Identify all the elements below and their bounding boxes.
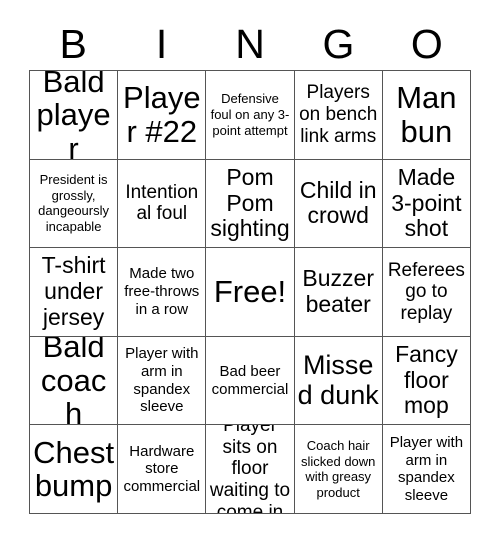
bingo-cell-label: Player #22 [123, 80, 201, 149]
bingo-cell[interactable]: Players on bench link arms [294, 71, 383, 160]
bingo-cell[interactable]: President is grossly, dangeoursly incapa… [30, 159, 119, 249]
bingo-cell[interactable]: Man bun [382, 71, 471, 160]
bingo-cell[interactable]: Bald coach [30, 336, 119, 426]
bingo-cell-label: Fancy floor mop [395, 340, 458, 419]
bingo-cell-label: Made two free-throws in a row [124, 265, 200, 318]
bingo-cell-label: Chest bump [33, 434, 115, 504]
bingo-cell-label: Made 3-point shot [391, 163, 462, 242]
bingo-cell-label: Buzzer beater [302, 265, 374, 317]
bingo-cell[interactable]: Intentional foul [118, 159, 207, 249]
bingo-cell[interactable]: Made two free-throws in a row [118, 248, 207, 337]
header-letter-g: G [322, 20, 355, 67]
bingo-cell-label: Missed dunk [297, 349, 379, 410]
bingo-cell[interactable]: Player with arm in spandex sleeve [382, 425, 471, 514]
bingo-cell[interactable]: Pom Pom sighting [206, 159, 295, 249]
bingo-cell-label: Player with arm in spandex sleeve [125, 345, 199, 416]
header-letter-o: O [410, 20, 443, 67]
bingo-cell-label: Man bun [396, 80, 457, 149]
bingo-cell-label: Players on bench link arms [299, 82, 378, 147]
bingo-cell[interactable]: Player sits on floor waiting to come in [206, 425, 295, 514]
bingo-cell[interactable]: Player with arm in spandex sleeve [118, 336, 207, 426]
bingo-cell[interactable]: Missed dunk [294, 336, 383, 426]
bingo-cell-label: Child in crowd [299, 176, 377, 229]
bingo-cell[interactable]: Buzzer beater [294, 248, 383, 337]
bingo-cell-label: Pom Pom sighting [210, 163, 290, 242]
bingo-cell-label: Coach hair slicked down with greasy prod… [300, 438, 376, 500]
bingo-cell[interactable]: Bald player [30, 71, 119, 160]
bingo-cell-label: Referees go to replay [387, 259, 465, 324]
bingo-cell-label: President is grossly, dangeoursly incapa… [38, 172, 109, 234]
bingo-cell-label: Player with arm in spandex sleeve [389, 433, 464, 504]
bingo-cell[interactable]: Bad beer commercial [206, 336, 295, 426]
bingo-cell-label: Bald coach [40, 336, 107, 426]
bingo-cell[interactable]: Chest bump [30, 425, 119, 514]
bingo-cell[interactable]: T-shirt under jersey [30, 248, 119, 337]
bingo-grid: Bald player Player #22 Defensive foul on… [29, 70, 471, 514]
header-letter-n: N [235, 20, 265, 67]
bingo-cell[interactable]: Referees go to replay [382, 248, 471, 337]
bingo-cell-label: Player sits on floor waiting to come in [209, 425, 291, 514]
bingo-cell[interactable]: Player #22 [118, 71, 207, 160]
bingo-card: B I N G O Bald player Player #22 Defensi… [0, 0, 500, 544]
bingo-cell[interactable]: Made 3-point shot [382, 159, 471, 249]
bingo-cell-label: Free! [213, 273, 287, 309]
bingo-cell-label: T-shirt under jersey [41, 252, 106, 330]
bingo-cell[interactable]: Hardware store commercial [118, 425, 207, 514]
bingo-cell-label: Defensive foul on any 3-point attempt [210, 91, 290, 138]
bingo-cell[interactable]: Child in crowd [294, 159, 383, 249]
bingo-cell[interactable]: Defensive foul on any 3-point attempt [206, 71, 295, 160]
header-letter-i: I [155, 20, 168, 67]
bingo-cell-label: Hardware store commercial [123, 442, 201, 496]
bingo-header: B I N G O [29, 18, 471, 70]
bingo-cell-label: Intentional foul [125, 181, 199, 225]
bingo-cell[interactable]: Fancy floor mop [382, 336, 471, 426]
bingo-cell[interactable]: Coach hair slicked down with greasy prod… [294, 425, 383, 514]
bingo-cell-label: Bad beer commercial [211, 362, 289, 398]
bingo-cell-free-space[interactable]: Free! [206, 248, 295, 337]
header-letter-b: B [59, 20, 87, 67]
bingo-cell-label: Bald player [36, 71, 111, 160]
